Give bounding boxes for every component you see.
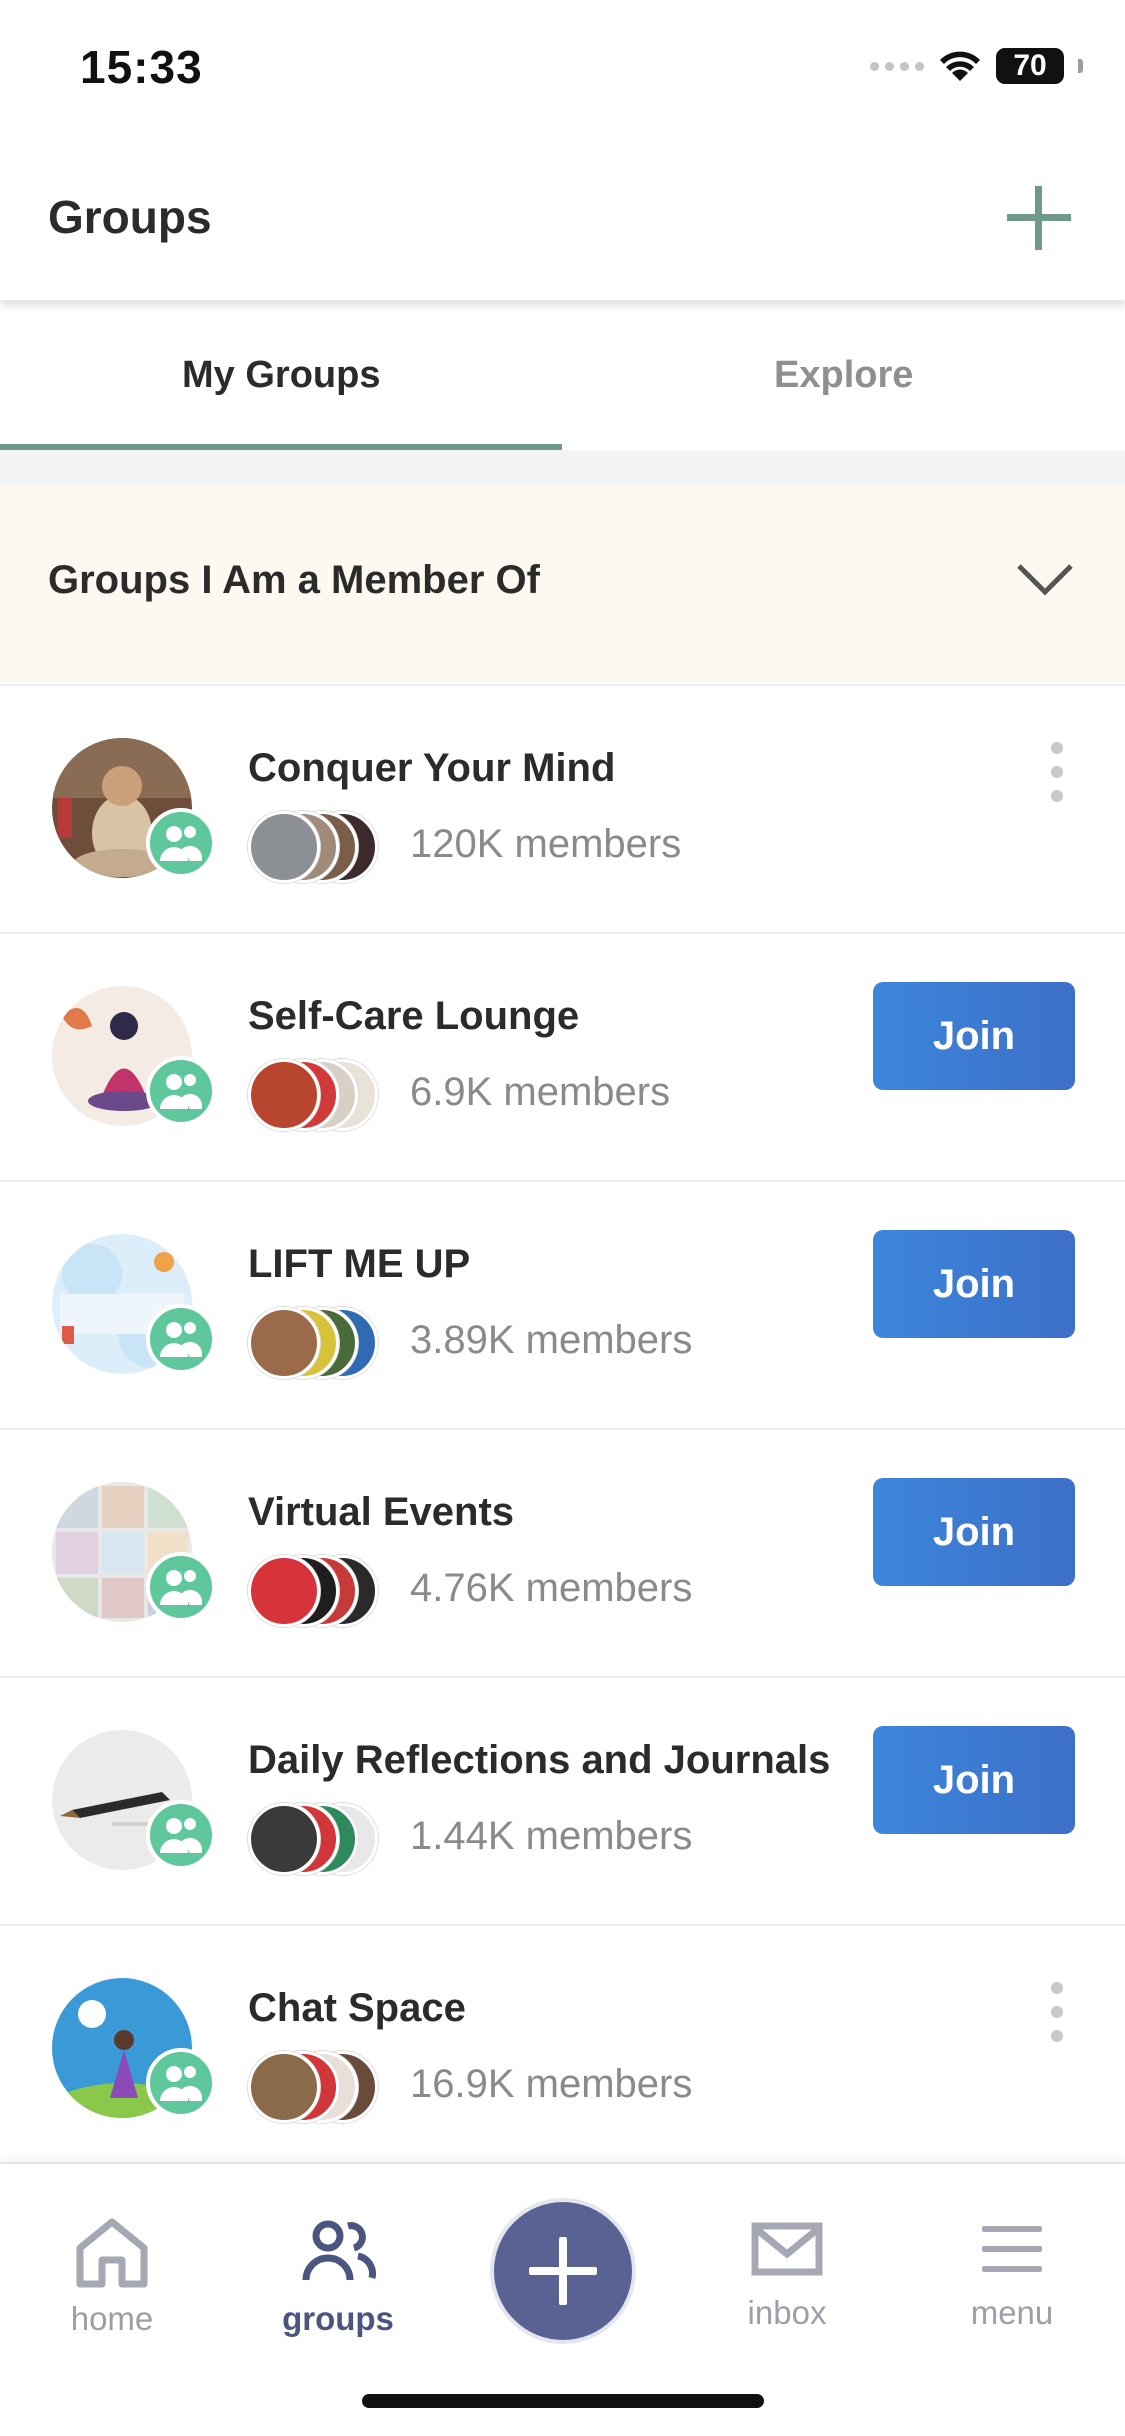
status-time: 15:33: [80, 41, 203, 93]
group-icon: [146, 808, 216, 878]
tab-explore[interactable]: Explore: [563, 300, 1125, 450]
member-avatar: [248, 1803, 320, 1875]
nav-label: home: [70, 2300, 154, 2337]
more-vertical-icon: [1051, 1982, 1063, 1994]
wifi-icon: [938, 49, 982, 83]
member-avatars: [248, 2051, 378, 2123]
group-row[interactable]: Self-Care Lounge 6.9K members Join: [0, 932, 1125, 1180]
group-row[interactable]: Daily Reflections and Journals 1.44K mem…: [0, 1676, 1125, 1924]
join-button[interactable]: Join: [873, 1726, 1075, 1834]
plus-icon: [529, 2237, 597, 2305]
battery-cap: [1078, 59, 1083, 73]
group-icon: [146, 1056, 216, 1126]
battery-level: 70: [1013, 49, 1047, 82]
member-avatars: [248, 1307, 378, 1379]
nav-menu[interactable]: menu: [932, 2214, 1092, 2332]
more-vertical-icon: [1051, 742, 1063, 754]
more-options-button[interactable]: [1037, 742, 1077, 802]
app-header: Groups: [0, 140, 1125, 300]
member-count: 6.9K members: [410, 1070, 671, 1114]
member-count: 16.9K members: [410, 2062, 693, 2106]
tab-my-groups[interactable]: My Groups: [0, 300, 563, 450]
member-avatar: [248, 1555, 320, 1627]
join-button[interactable]: Join: [873, 982, 1075, 1090]
group-name: Daily Reflections and Journals: [248, 1738, 831, 1782]
section-header-member-groups[interactable]: Groups I Am a Member Of: [0, 486, 1125, 682]
join-button[interactable]: Join: [873, 1478, 1075, 1586]
status-indicators: 70: [870, 48, 1083, 84]
member-avatar: [248, 2051, 320, 2123]
nav-inbox[interactable]: inbox: [707, 2214, 867, 2332]
member-count: 4.76K members: [410, 1566, 693, 1610]
group-row[interactable]: Chat Space 16.9K members: [0, 1924, 1125, 2172]
member-avatars: [248, 1803, 378, 1875]
group-icon: [146, 1552, 216, 1622]
member-count: 120K members: [410, 822, 682, 866]
join-button[interactable]: Join: [873, 1230, 1075, 1338]
member-avatars: [248, 1555, 378, 1627]
tab-label: Explore: [774, 353, 914, 396]
groups-icon: [302, 2220, 376, 2281]
member-count: 3.89K members: [410, 1318, 693, 1362]
menu-icon: [982, 2226, 1042, 2272]
chevron-down-icon: [1015, 562, 1075, 603]
nav-groups[interactable]: groups: [258, 2214, 418, 2338]
inbox-icon: [751, 2222, 823, 2276]
member-avatar: [248, 1307, 320, 1379]
group-icon: [146, 1304, 216, 1374]
nav-label: menu: [970, 2294, 1054, 2331]
tab-label: My Groups: [182, 353, 381, 396]
section-title: Groups I Am a Member Of: [48, 558, 540, 602]
status-bar: 15:33 70: [0, 0, 1125, 140]
nav-label: inbox: [747, 2294, 827, 2331]
group-icon: [146, 1800, 216, 1870]
group-name: Chat Space: [248, 1986, 466, 2030]
group-name: Conquer Your Mind: [248, 746, 616, 790]
create-group-button[interactable]: [999, 178, 1079, 258]
group-icon: [146, 2048, 216, 2118]
home-indicator[interactable]: [362, 2394, 764, 2408]
group-list: Conquer Your Mind 120K members Self-Care…: [0, 684, 1125, 2172]
plus-icon: [1007, 186, 1071, 250]
group-row[interactable]: Virtual Events 4.76K members Join: [0, 1428, 1125, 1676]
divider: [0, 450, 1125, 486]
create-post-button[interactable]: [494, 2202, 632, 2340]
nav-label: groups: [282, 2300, 394, 2337]
member-avatar: [248, 1059, 320, 1131]
member-count: 1.44K members: [410, 1814, 693, 1858]
group-row[interactable]: Conquer Your Mind 120K members: [0, 684, 1125, 932]
group-name: LIFT ME UP: [248, 1242, 471, 1286]
member-avatars: [248, 1059, 378, 1131]
member-avatars: [248, 811, 378, 883]
battery-icon: 70: [996, 48, 1064, 84]
group-name: Virtual Events: [248, 1490, 515, 1534]
more-options-button[interactable]: [1037, 1982, 1077, 2042]
nav-home[interactable]: home: [32, 2214, 192, 2338]
home-icon: [76, 2218, 148, 2288]
page-title: Groups: [48, 191, 212, 243]
member-avatar: [248, 811, 320, 883]
group-row[interactable]: LIFT ME UP 3.89K members Join: [0, 1180, 1125, 1428]
tab-bar: My Groups Explore: [0, 300, 1125, 450]
group-name: Self-Care Lounge: [248, 994, 580, 1038]
signal-icon: [870, 61, 924, 71]
